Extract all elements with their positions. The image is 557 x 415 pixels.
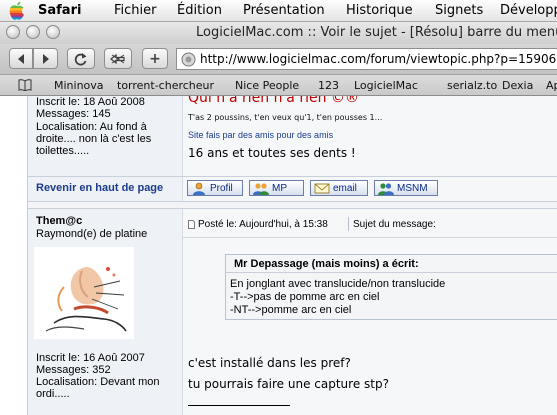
minimize-window-icon[interactable] bbox=[26, 25, 40, 39]
menu-historique[interactable]: Historique bbox=[346, 3, 413, 18]
bookmark-mininova[interactable]: Mininova bbox=[54, 79, 104, 92]
users-icon bbox=[253, 183, 269, 195]
quote-line: -T-->pas de pomme arc en ciel bbox=[230, 291, 380, 303]
bookmark-serialz[interactable]: serialz.to bbox=[447, 79, 497, 92]
add-bookmark-button[interactable]: + bbox=[142, 48, 168, 69]
bookmark-torrent-chercheur[interactable]: torrent-chercheur bbox=[117, 79, 214, 92]
author-rank: Raymond(e) de platine bbox=[36, 228, 148, 240]
post-body-panel: Qui n'a rien n'a rien ©® T'as 2 poussins… bbox=[182, 96, 557, 176]
bookmark-logicielmac[interactable]: LogicielMac bbox=[354, 79, 418, 92]
snapback-icon bbox=[110, 53, 125, 64]
msn-messenger-icon bbox=[378, 183, 394, 195]
msn-button[interactable]: MSNM bbox=[374, 180, 438, 196]
menu-app-name[interactable]: Safari bbox=[38, 3, 81, 18]
page-content: Inscrit le: 18 Aoû 2008 Messages: 145 Lo… bbox=[0, 96, 557, 415]
header-divider bbox=[348, 217, 349, 231]
menu-developpement[interactable]: Développ bbox=[500, 3, 557, 18]
menu-presentation[interactable]: Présentation bbox=[243, 3, 325, 18]
row-divider bbox=[28, 201, 557, 202]
profile-button[interactable]: Profil bbox=[187, 180, 243, 196]
snapback-button[interactable] bbox=[104, 48, 132, 69]
browser-toolbar: + http://www.logicielmac.com/forum/viewt… bbox=[0, 44, 557, 74]
signature-link[interactable]: Site fais par des amis pour des amis bbox=[188, 130, 333, 140]
site-favicon-icon bbox=[181, 52, 196, 67]
window-title: LogicielMac.com :: Voir le sujet - [Réso… bbox=[196, 25, 557, 40]
profile-buttons-cell: Profil MP email MSNM bbox=[182, 177, 557, 201]
post-subject-label: Sujet du message: bbox=[353, 219, 436, 230]
forward-arrow-icon bbox=[42, 53, 49, 64]
post-body-line: tu pourrais faire une capture stp? bbox=[188, 377, 389, 391]
message-count: Messages: 145 bbox=[36, 108, 111, 120]
window-title-bar: LogicielMac.com :: Voir le sujet - [Réso… bbox=[0, 22, 557, 44]
reload-icon bbox=[74, 52, 87, 65]
back-arrow-icon bbox=[18, 53, 24, 64]
menu-signets[interactable]: Signets bbox=[435, 3, 483, 18]
menu-fichier[interactable]: Fichier bbox=[114, 3, 157, 18]
private-message-button-label: MP bbox=[272, 182, 287, 194]
menu-edition[interactable]: Édition bbox=[177, 3, 222, 18]
bookmark-ap[interactable]: Ap bbox=[546, 79, 557, 92]
bookmark-123[interactable]: 123 bbox=[318, 79, 339, 92]
post-icon bbox=[188, 220, 195, 229]
post-body-line: c'est installé dans les pref? bbox=[188, 356, 351, 370]
reload-button[interactable] bbox=[67, 48, 95, 69]
msn-button-label: MSNM bbox=[397, 182, 428, 194]
location-line: ordi..... bbox=[36, 388, 70, 400]
post-date: Posté le: Aujourd'hui, à 15:38 bbox=[198, 219, 328, 230]
quote-author: Mr Depassage (mais moins) a écrit: bbox=[226, 255, 557, 273]
location-line: toilettes..... bbox=[36, 145, 90, 157]
signature-line: T'as 2 poussins, t'en veux qu'1, t'en po… bbox=[188, 113, 383, 122]
back-to-top-cell: Revenir en haut de page bbox=[28, 177, 182, 201]
address-bar[interactable]: http://www.logicielmac.com/forum/viewtop… bbox=[176, 48, 557, 70]
signature-separator bbox=[188, 405, 290, 406]
post-header-rule bbox=[183, 237, 557, 238]
address-url[interactable]: http://www.logicielmac.com/forum/viewtop… bbox=[200, 52, 556, 66]
user-icon bbox=[193, 182, 205, 195]
bookmark-dexia[interactable]: Dexia bbox=[502, 79, 533, 92]
bookmarks-bar: Mininova torrent-chercheur Nice People 1… bbox=[0, 74, 557, 96]
post-author-panel: Inscrit le: 18 Aoû 2008 Messages: 145 Lo… bbox=[28, 96, 182, 176]
quote-block: Mr Depassage (mais moins) a écrit: En jo… bbox=[225, 254, 557, 320]
quote-line: En jonglant avec translucide/non translu… bbox=[230, 278, 446, 290]
author-avatar bbox=[34, 247, 134, 339]
email-button[interactable]: email bbox=[310, 180, 368, 196]
post-author-name[interactable]: Them@c bbox=[36, 215, 82, 227]
signature-title: Qui n'a rien n'a rien ©® bbox=[188, 96, 359, 106]
bookmark-nice-people[interactable]: Nice People bbox=[235, 79, 299, 92]
post-body-panel: Posté le: Aujourd'hui, à 15:38 Sujet du … bbox=[182, 209, 557, 415]
private-message-button[interactable]: MP bbox=[249, 180, 304, 196]
back-button[interactable] bbox=[9, 48, 33, 69]
quote-line: -NT-->pomme arc en ciel bbox=[230, 304, 352, 316]
open-book-icon[interactable] bbox=[18, 79, 32, 91]
signature-text: 16 ans et toutes ses dents ! bbox=[188, 146, 356, 160]
forward-button[interactable] bbox=[33, 48, 58, 69]
back-to-top-link[interactable]: Revenir en haut de page bbox=[36, 182, 163, 194]
forum-topic: Inscrit le: 18 Aoû 2008 Messages: 145 Lo… bbox=[27, 96, 557, 415]
menu-bar: Safari Fichier Édition Présentation Hist… bbox=[0, 0, 557, 22]
email-button-label: email bbox=[333, 182, 357, 194]
envelope-icon bbox=[314, 183, 330, 194]
close-window-icon[interactable] bbox=[6, 25, 20, 39]
apple-logo-icon[interactable] bbox=[8, 1, 26, 21]
zoom-window-icon[interactable] bbox=[46, 25, 60, 39]
post-author-panel: Them@c Raymond(e) de platine Inscrit le:… bbox=[28, 209, 182, 415]
profile-button-label: Profil bbox=[210, 182, 233, 194]
